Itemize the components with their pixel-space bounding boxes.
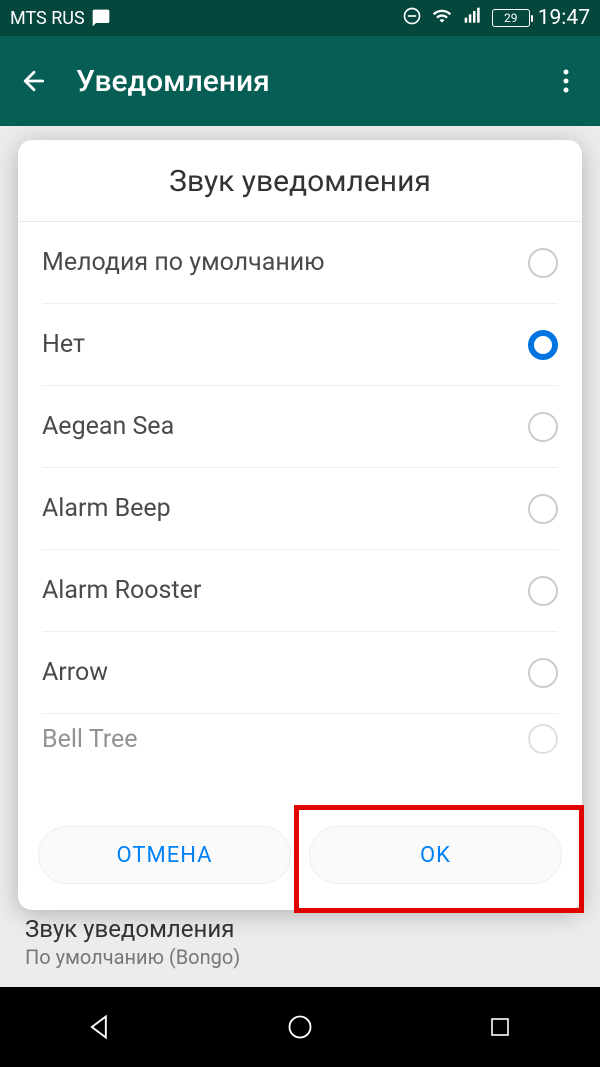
sound-option-label: Мелодия по умолчанию [42,248,325,277]
radio-selected-icon [528,330,558,360]
status-left: MTS RUS [10,8,111,29]
sound-option-label: Aegean Sea [42,412,174,441]
nav-back-button[interactable] [82,1009,118,1045]
sound-option-arrow[interactable]: Arrow [42,632,558,714]
status-right: 29 19:47 [402,6,590,31]
battery-icon: 29 [492,9,530,27]
radio-icon [528,248,558,278]
sound-option-list[interactable]: Мелодия по умолчанию Нет Aegean Sea Alar… [18,222,582,804]
sound-picker-dialog: Звук уведомления Мелодия по умолчанию Не… [18,140,582,910]
wifi-icon [430,6,454,31]
chat-bubble-icon [91,8,111,28]
ok-button[interactable]: OK [309,826,562,884]
sound-option-alarm-rooster[interactable]: Alarm Rooster [42,550,558,632]
clock-label: 19:47 [538,6,590,30]
radio-icon [528,412,558,442]
nav-home-button[interactable] [282,1009,318,1045]
cancel-button[interactable]: ОТМЕНА [38,826,291,884]
dnd-icon [402,6,422,31]
radio-icon [528,724,558,754]
radio-icon [528,576,558,606]
dialog-title: Звук уведомления [18,140,582,222]
status-bar: MTS RUS 29 19:47 [0,0,600,36]
sound-option-label: Alarm Rooster [42,576,201,605]
bg-setting-title: Звук уведомления [25,915,575,943]
sound-option-label: Нет [42,330,85,359]
carrier-label: MTS RUS [10,8,85,29]
background-setting-item[interactable]: Звук уведомления По умолчанию (Bongo) [0,903,600,987]
sound-option-alarm-beep[interactable]: Alarm Beep [42,468,558,550]
dialog-button-row: ОТМЕНА OK [18,804,582,910]
radio-icon [528,494,558,524]
nav-recent-button[interactable] [482,1009,518,1045]
back-button[interactable] [18,65,50,97]
sound-option-label: Alarm Beep [42,494,171,523]
signal-icon [462,6,484,31]
sound-option-bell-tree[interactable]: Bell Tree [42,714,558,754]
sound-option-label: Bell Tree [42,725,137,754]
sound-option-aegean-sea[interactable]: Aegean Sea [42,386,558,468]
navigation-bar [0,987,600,1067]
sound-option-label: Arrow [42,658,108,687]
sound-option-none[interactable]: Нет [42,304,558,386]
page-title: Уведомления [76,64,550,99]
bg-setting-value: По умолчанию (Bongo) [25,945,575,969]
radio-icon [528,658,558,688]
battery-level: 29 [504,11,518,25]
overflow-menu-button[interactable] [550,65,582,97]
sound-option-default[interactable]: Мелодия по умолчанию [42,222,558,304]
app-bar: Уведомления [0,36,600,126]
